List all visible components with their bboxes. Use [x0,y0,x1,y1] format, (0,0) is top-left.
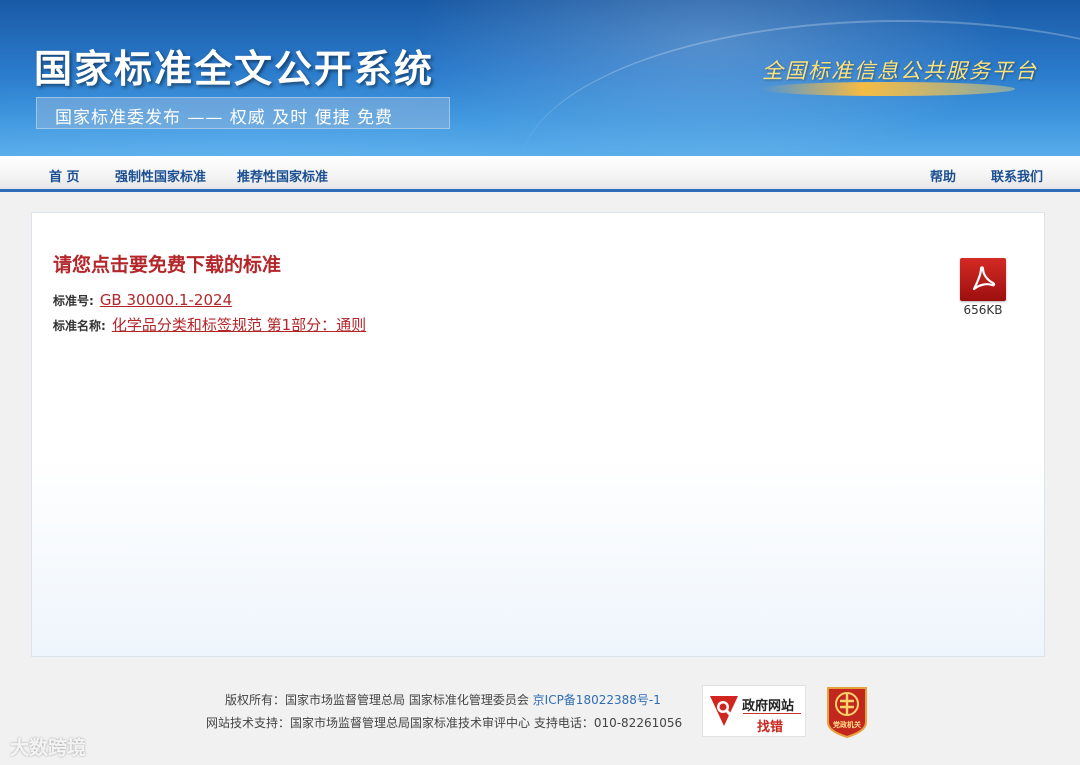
nav-help[interactable]: 帮助 [930,166,956,185]
gov-badge-divider [743,713,801,714]
party-badge-label: 党政机关 [833,721,861,729]
site-title: 国家标准全文公开系统 [34,47,435,91]
nav-contact[interactable]: 联系我们 [991,166,1043,185]
standard-number-row: 标准号: GB 30000.1-2024 [53,291,232,309]
site-slogan: 国家标准委发布 —— 权威 及时 便捷 免费 [55,108,394,128]
acrobat-glyph-icon [972,266,996,291]
standard-name-label: 标准名称: [53,319,106,333]
watermark: 大数跨境 [10,737,87,759]
gov-badge-subtitle: 找错 [757,720,784,735]
platform-swoosh [760,82,1015,96]
page-heading: 请您点击要免费下载的标准 [53,254,282,276]
party-organ-badge[interactable]: 党政机关 [824,684,870,739]
nav-mandatory-standards[interactable]: 强制性国家标准 [115,166,206,185]
copyright-text: 版权所有：国家市场监督管理总局 国家标准化管理委员会 [225,693,529,707]
standard-number-link[interactable]: GB 30000.1-2024 [100,291,232,309]
nav-home[interactable]: 首 页 [49,166,80,185]
platform-name: 全国标准信息公共服务平台 [762,59,1038,83]
main-nav: 首 页 强制性国家标准 推荐性国家标准 帮助 联系我们 [0,156,1080,192]
icp-link[interactable]: 京ICP备18022388号-1 [533,693,661,707]
download-panel: 请您点击要免费下载的标准 标准号: GB 30000.1-2024 标准名称: 化学… [31,212,1045,657]
footer-support: 网站技术支持：国家市场监督管理总局国家标准技术审评中心 支持电话：010-822… [206,716,683,730]
nav-recommended-standards[interactable]: 推荐性国家标准 [237,166,328,185]
gov-site-error-badge[interactable]: 政府网站 找错 [702,685,806,737]
standard-name-row: 标准名称: 化学品分类和标签规范 第1部分：通则 [53,314,366,335]
magnifier-flag-icon [710,696,738,726]
file-size: 656KB [963,303,1003,317]
gov-badge-title: 政府网站 [742,699,795,714]
pdf-icon[interactable] [960,258,1006,301]
standard-name-link[interactable]: 化学品分类和标签规范 第1部分：通则 [112,316,366,334]
footer-copyright: 版权所有：国家市场监督管理总局 国家标准化管理委员会 京ICP备18022388… [225,691,661,708]
header-banner: 国家标准全文公开系统 国家标准委发布 —— 权威 及时 便捷 免费 全国标准信息… [0,0,1080,156]
standard-number-label: 标准号: [53,294,94,308]
